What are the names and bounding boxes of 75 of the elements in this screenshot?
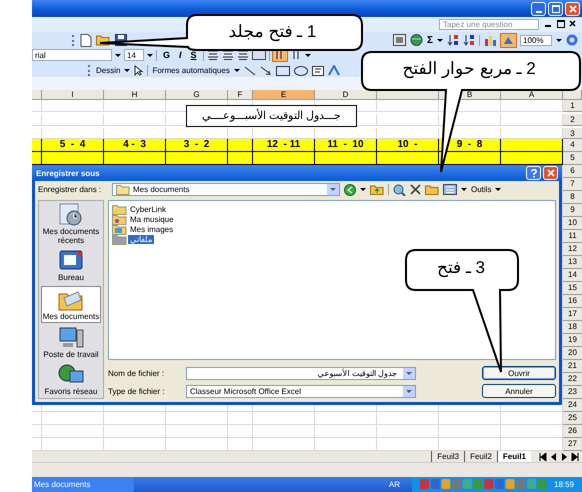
places-item[interactable]: Mes documents récents — [39, 202, 103, 246]
callout-text: 3 ـ فتح — [436, 257, 486, 280]
cancel-button[interactable]: Annuler — [482, 384, 556, 398]
file-type-dropdown[interactable]: Classeur Microsoft Office Excel — [186, 384, 416, 398]
row-header[interactable]: 20 — [563, 346, 582, 360]
row-header[interactable]: 17 — [563, 308, 582, 321]
file-item[interactable]: ملفاتي — [112, 234, 552, 244]
row-header[interactable]: 6 — [563, 164, 582, 178]
font-size-field[interactable]: 14 — [124, 49, 144, 62]
save-in-label: Enregistrer dans : — [38, 185, 102, 194]
clock: 18:59 — [554, 480, 574, 489]
row-header[interactable]: 26 — [563, 424, 582, 438]
language-indicator[interactable]: AR — [388, 480, 400, 489]
callout-text: 2 ـ مربع حوار الفتح — [401, 58, 537, 80]
row-header[interactable]: 21 — [563, 360, 582, 373]
row-header[interactable]: 4 — [563, 138, 582, 152]
row-header[interactable]: 22 — [563, 372, 582, 386]
location-dropdown[interactable]: Mes documents — [112, 183, 340, 196]
file-type-label: Type de fichier : — [108, 386, 166, 396]
row-header[interactable]: 3 — [563, 128, 582, 139]
row-header[interactable]: 7 — [563, 178, 582, 191]
column-header[interactable]: E — [253, 90, 315, 100]
places-item[interactable]: Poste de travail — [39, 324, 103, 360]
callout-text: 1 ـ فتح مجلد — [228, 21, 318, 44]
row-header[interactable]: 19 — [563, 334, 582, 347]
row-header[interactable]: 25 — [563, 412, 582, 425]
font-field[interactable]: rial — [32, 49, 112, 62]
text-style-button[interactable]: I — [176, 49, 185, 62]
draw-menu[interactable]: Dessin — [96, 66, 120, 76]
text-style-button[interactable]: S — [188, 49, 200, 62]
row-header[interactable]: 15 — [563, 282, 582, 295]
column-header[interactable]: I — [42, 90, 104, 100]
table-cell: 4 - 3 — [104, 138, 166, 152]
row-header[interactable]: 10 — [563, 216, 582, 230]
row-header[interactable]: 8 — [563, 190, 582, 204]
help-search-field[interactable]: Tapez une question — [439, 19, 539, 30]
table-cell: 10 - — [377, 138, 439, 152]
table-cell: 12 - 11 — [253, 138, 315, 152]
file-item[interactable]: Mes images — [112, 224, 552, 234]
row-header[interactable]: 13 — [563, 256, 582, 269]
column-header[interactable]: F — [228, 90, 253, 100]
places-item[interactable]: Mes documents — [41, 286, 101, 322]
table-cell: 3 - 2 — [166, 138, 228, 152]
row-header[interactable]: 11 — [563, 230, 582, 243]
column-header[interactable]: H — [104, 90, 166, 100]
row-header[interactable]: 5 — [563, 152, 582, 165]
row-header[interactable]: 27 — [563, 438, 582, 451]
autosum-button[interactable]: Σ — [426, 34, 433, 46]
row-header[interactable]: 14 — [563, 268, 582, 282]
file-item[interactable]: Ma musique — [112, 214, 552, 224]
open-button[interactable]: Ouvrir — [482, 366, 556, 380]
row-header[interactable]: 1 — [563, 100, 582, 112]
zoom-field[interactable]: 100% — [520, 34, 552, 46]
row-header[interactable]: 12 — [563, 242, 582, 256]
row-header[interactable]: 16 — [563, 294, 582, 308]
places-item[interactable]: Favoris réseau — [39, 362, 103, 397]
row-header[interactable]: 2 — [563, 114, 582, 126]
autoshapes-menu[interactable]: Formes automatiques — [152, 66, 230, 76]
table-title: جـــدول التوقيت الأسبـــوعــــي — [186, 104, 357, 127]
taskbar-button[interactable]: Mes documents — [32, 478, 134, 492]
places-item[interactable]: Bureau — [39, 248, 103, 284]
tools-menu[interactable]: Outils — [471, 185, 492, 194]
table-cell: 11 - 10 — [315, 138, 377, 152]
row-header[interactable]: 18 — [563, 320, 582, 334]
dialog-title: Enregistrer sous — [36, 168, 101, 178]
row-header[interactable]: 24 — [563, 398, 582, 412]
row-header[interactable]: 9 — [563, 204, 582, 217]
file-name-label: Nom de fichier : — [108, 368, 166, 378]
file-item[interactable]: CyberLink — [112, 204, 552, 214]
table-cell: 5 - 4 — [42, 138, 104, 152]
file-name-field[interactable]: جدول التوقيت الأسبوعي — [186, 366, 416, 380]
sheet-tab[interactable]: Feuil1 — [496, 451, 531, 462]
text-style-button[interactable]: G — [160, 49, 174, 62]
column-header[interactable]: G — [166, 90, 228, 100]
row-header[interactable]: 23 — [563, 386, 582, 399]
